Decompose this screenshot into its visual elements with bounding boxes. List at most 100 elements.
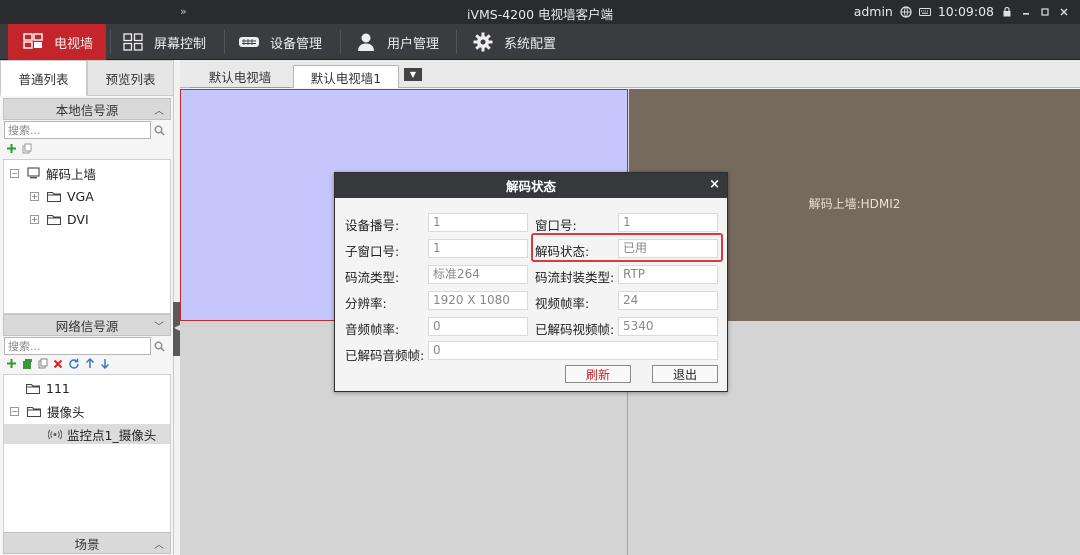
menu-item-screen-control[interactable]: 屏幕控制 — [122, 24, 206, 60]
network-toolbar — [6, 357, 110, 373]
tab-dropdown-button[interactable]: ▼ — [404, 68, 422, 81]
scene-header[interactable]: 场景 ︿ — [3, 532, 171, 554]
menu-label: 系统配置 — [504, 36, 557, 52]
refresh-button[interactable]: 刷新 — [565, 365, 631, 383]
chevron-down-icon[interactable]: ﹀ — [154, 318, 164, 333]
network-source-tree: 111 − 摄像头 监控点1_摄像头 — [3, 374, 171, 534]
stream-type-label: 码流类型: — [345, 270, 400, 285]
highlight-box — [531, 233, 723, 262]
local-search-input[interactable] — [4, 121, 151, 139]
add-icon[interactable] — [6, 143, 17, 157]
stream-type-value: 标准264 — [428, 265, 528, 284]
close-icon[interactable]: × — [709, 177, 720, 192]
menu-item-device-management[interactable]: 设备管理 — [238, 24, 322, 60]
exit-button[interactable]: 退出 — [652, 365, 718, 383]
dialog-title-bar: 解码状态 × — [335, 173, 727, 198]
folder-icon — [26, 383, 40, 394]
folder-icon — [27, 406, 41, 417]
local-search — [4, 121, 170, 141]
tab-default-wall[interactable]: 默认电视墙 — [190, 65, 290, 88]
device-no-value: 1 — [428, 213, 528, 232]
tree-item-111[interactable]: 111 — [26, 378, 70, 398]
decoded-video-frames-value: 5340 — [618, 317, 718, 336]
tree-label: 解码上墙 — [46, 166, 97, 182]
tree-item-decode-wall[interactable]: − 解码上墙 — [10, 163, 96, 183]
globe-icon[interactable] — [900, 5, 912, 18]
tab-preview-list[interactable]: 预览列表 — [87, 60, 174, 96]
search-icon[interactable] — [151, 121, 168, 139]
network-search-input[interactable] — [4, 337, 151, 355]
decoded-video-frames-label: 已解码视频帧: — [535, 322, 615, 337]
title-bar: » iVMS-4200 电视墙客户端 admin 10:09:08 — [0, 0, 1080, 24]
resolution-label: 分辨率: — [345, 296, 387, 311]
audio-fps-value: 0 — [428, 317, 528, 336]
local-toolbar — [6, 142, 32, 158]
folder-icon — [47, 214, 61, 225]
search-icon[interactable] — [151, 337, 168, 355]
tree-label: 摄像头 — [47, 404, 85, 420]
local-source-tree: − 解码上墙 + VGA + DVI — [3, 159, 171, 314]
tree-item-vga[interactable]: + VGA — [30, 186, 94, 206]
tab-default-wall-1[interactable]: 默认电视墙1 — [293, 65, 399, 88]
menu-label: 电视墙 — [54, 36, 94, 52]
section-title: 场景 — [74, 536, 100, 552]
video-fps-value: 24 — [618, 291, 718, 310]
menu-item-user-management[interactable]: 用户管理 — [355, 24, 439, 60]
user-icon — [355, 31, 377, 53]
subwindow-no-label: 子窗口号: — [345, 244, 400, 259]
tree-item-dvi[interactable]: + DVI — [30, 209, 89, 229]
decoded-audio-frames-label: 已解码音频帧: — [345, 348, 425, 363]
video-fps-label: 视频帧率: — [535, 296, 590, 311]
minimize-icon[interactable] — [1020, 6, 1032, 18]
menu-label: 用户管理 — [387, 36, 440, 52]
arrow-down-icon[interactable] — [100, 358, 110, 372]
window-no-value: 1 — [618, 213, 718, 232]
current-user[interactable]: admin — [854, 4, 893, 19]
encap-type-value: RTP — [618, 265, 718, 284]
tree-label: DVI — [67, 211, 89, 227]
wall-tab-bar: 默认电视墙 默认电视墙1 ▼ — [180, 60, 1080, 88]
menu-label: 屏幕控制 — [154, 36, 207, 52]
expand-icon[interactable]: + — [30, 214, 39, 224]
collapse-icon[interactable]: − — [10, 168, 19, 178]
network-source-header[interactable]: 网络信号源 ﹀ — [3, 314, 171, 336]
menu-item-system-config[interactable]: 系统配置 — [472, 24, 556, 60]
tree-label: 监控点1_摄像头 — [67, 427, 157, 443]
tab-normal-list[interactable]: 普通列表 — [0, 60, 87, 96]
chevron-up-icon[interactable]: ︿ — [154, 536, 164, 551]
device-icon — [238, 31, 260, 53]
device-no-label: 设备播号: — [345, 218, 400, 233]
expand-icon[interactable]: + — [30, 191, 39, 201]
panel-collapse-handle[interactable]: ◀ — [173, 302, 180, 356]
maximize-icon[interactable] — [1039, 6, 1051, 18]
cell-source-label: 解码上墙:HDMI2 — [808, 196, 901, 211]
clock-time: 10:09:08 — [937, 4, 994, 19]
video-wall-icon — [22, 31, 44, 53]
camera-signal-icon — [48, 429, 62, 440]
close-icon[interactable] — [1058, 6, 1070, 18]
menu-item-video-wall[interactable]: 电视墙 — [8, 24, 106, 60]
tree-item-camera-group[interactable]: − 摄像头 — [10, 401, 85, 421]
network-search — [4, 337, 170, 357]
copy-icon[interactable] — [38, 358, 48, 372]
lock-icon[interactable] — [1001, 6, 1013, 18]
list-tabs: 普通列表 预览列表 — [0, 60, 174, 96]
menu-label: 设备管理 — [270, 36, 323, 52]
add-device-icon[interactable] — [22, 358, 33, 373]
tree-item-camera-point-1[interactable]: 监控点1_摄像头 — [4, 424, 170, 444]
collapse-icon[interactable]: − — [10, 406, 19, 416]
section-title: 网络信号源 — [55, 318, 119, 334]
local-source-header[interactable]: 本地信号源 ︿ — [3, 98, 171, 120]
chevron-up-icon[interactable]: ︿ — [154, 102, 164, 117]
tree-label: 111 — [46, 380, 70, 396]
decode-status-dialog: 解码状态 × 设备播号: 1 窗口号: 1 子窗口号: 1 解码状态: 已用 码… — [334, 172, 728, 392]
add-icon[interactable] — [6, 358, 17, 372]
copy-icon[interactable] — [22, 143, 32, 157]
arrow-up-icon[interactable] — [85, 357, 95, 372]
keyboard-icon[interactable] — [918, 6, 931, 18]
refresh-icon[interactable] — [68, 358, 80, 373]
folder-icon — [47, 191, 61, 202]
screen-grid-icon — [122, 31, 144, 53]
delete-icon[interactable] — [53, 358, 63, 372]
subwindow-no-value: 1 — [428, 239, 528, 258]
